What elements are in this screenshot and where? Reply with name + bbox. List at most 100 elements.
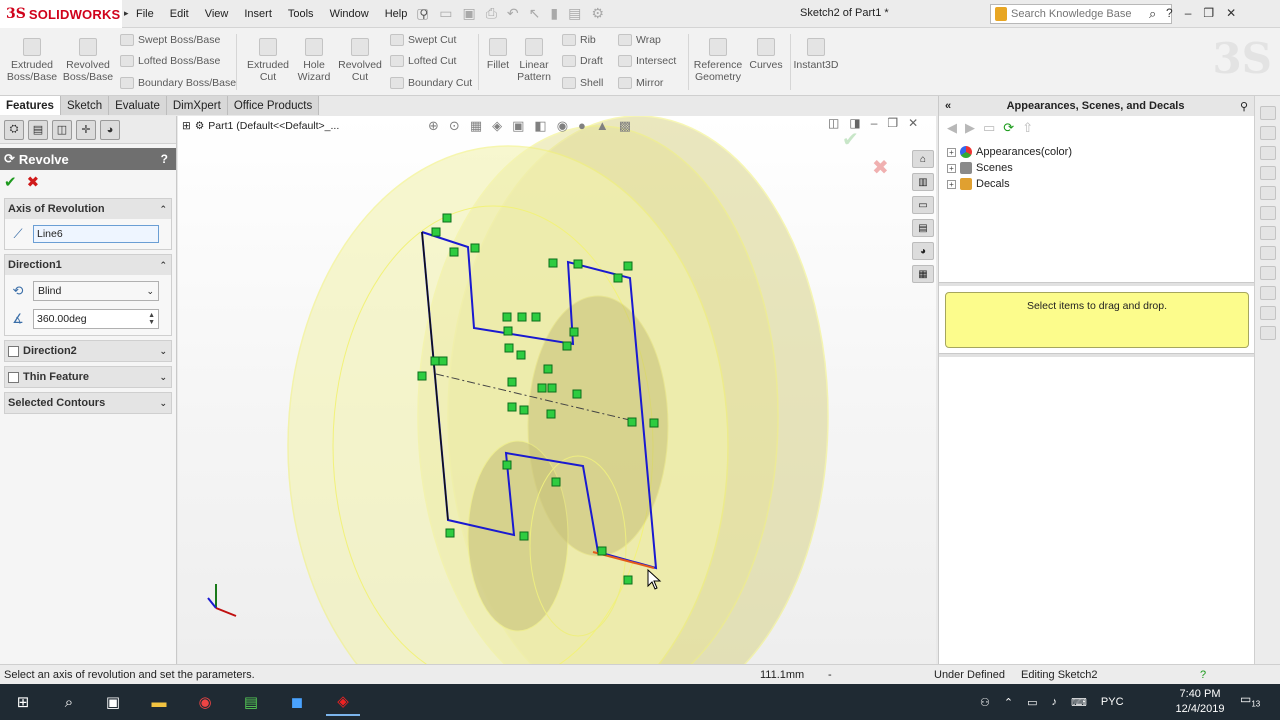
direction2-header[interactable]: Direction2 ⌄ — [5, 341, 171, 361]
section-view-icon[interactable]: ◈ — [492, 118, 502, 134]
knowledge-base-search[interactable]: ⌕ — [990, 4, 1172, 24]
undo-icon[interactable]: ↶ — [507, 5, 519, 22]
thin-feature-header[interactable]: Thin Feature ⌄ — [5, 367, 171, 387]
menu-edit[interactable]: Edit — [162, 8, 197, 20]
mirror-button[interactable]: Mirror — [618, 77, 663, 89]
pane-splitter[interactable] — [939, 353, 1255, 357]
selected-contours-header[interactable]: Selected Contours ⌄ — [5, 393, 171, 413]
collapse-pane-icon[interactable]: « — [945, 100, 951, 112]
add-folder-icon[interactable]: ▭ — [983, 120, 995, 136]
linear-pattern-button[interactable]: Linear Pattern — [510, 38, 558, 83]
solidworks-taskbar-icon[interactable]: ◈ — [326, 688, 360, 716]
toolbar-button-icon[interactable] — [1259, 226, 1276, 240]
spinner-arrows-icon[interactable]: ▲ ▼ — [148, 312, 155, 326]
options-icon[interactable]: ⚙ — [591, 5, 604, 22]
volume-icon[interactable]: ♪ — [1052, 696, 1058, 708]
menu-file[interactable]: File — [128, 8, 162, 20]
expand-icon[interactable]: ⊞ — [182, 120, 191, 132]
toolbar-button-icon[interactable] — [1259, 126, 1276, 140]
menu-window[interactable]: Window — [322, 8, 377, 20]
confirm-ok-icon[interactable]: ✔ — [842, 127, 859, 151]
toolbar-button-icon[interactable] — [1259, 166, 1276, 180]
expand-icon[interactable]: + — [947, 179, 956, 189]
rib-button[interactable]: Rib — [562, 34, 596, 46]
split-icon[interactable]: ◫ — [828, 116, 839, 130]
shell-button[interactable]: Shell — [562, 77, 603, 89]
expand-icon[interactable]: + — [947, 147, 956, 157]
restore-icon[interactable]: ❐ — [887, 116, 898, 130]
feature-manager-icon[interactable]: ⛭ — [4, 119, 24, 140]
direction2-checkbox[interactable] — [8, 345, 19, 357]
menu-view[interactable]: View — [197, 8, 237, 20]
tab-office-products[interactable]: Office Products — [227, 96, 320, 115]
view-settings-icon[interactable]: ▩ — [619, 118, 631, 134]
revolved-cut-button[interactable]: Revolved Cut — [332, 38, 388, 83]
close-icon[interactable]: ✕ — [1226, 6, 1236, 20]
select-icon[interactable]: ↖ — [529, 5, 541, 22]
menu-insert[interactable]: Insert — [236, 8, 280, 20]
search-input[interactable] — [1011, 8, 1145, 20]
tab-sketch[interactable]: Sketch — [60, 96, 110, 115]
tree-item-appearances[interactable]: + Appearances(color) — [947, 146, 1246, 158]
direction1-header[interactable]: Direction1 ⌃ — [5, 255, 171, 275]
collapse-chevron-icon[interactable]: ⌃ — [159, 260, 167, 271]
edit-appearance-icon[interactable]: ● — [578, 118, 586, 134]
file-properties-icon[interactable]: ▤ — [568, 5, 581, 22]
open-icon[interactable]: ▭ — [439, 5, 452, 22]
expand-icon[interactable]: + — [947, 163, 956, 173]
property-manager-icon[interactable]: ▤ — [28, 119, 48, 140]
back-icon[interactable]: ◀ — [947, 120, 957, 136]
toolbar-button-icon[interactable] — [1259, 206, 1276, 220]
home-icon[interactable]: ⌂ — [912, 150, 934, 168]
toolbar-button-icon[interactable] — [1259, 246, 1276, 260]
notifications-icon[interactable]: ▭13 — [1240, 692, 1260, 708]
refresh-icon[interactable]: ⟳ — [1003, 120, 1014, 136]
pane-splitter[interactable] — [939, 282, 1255, 286]
view-palette-icon[interactable]: ▤ — [912, 219, 934, 237]
help-status-icon[interactable]: ? — [1200, 669, 1206, 681]
draft-button[interactable]: Draft — [562, 55, 603, 67]
tree-item-decals[interactable]: + Decals — [947, 178, 1246, 190]
network-icon[interactable]: ▭ — [1027, 696, 1037, 709]
notepad-icon[interactable]: ▤ — [234, 688, 268, 716]
show-hidden-icons-icon[interactable]: ⌃ — [1004, 696, 1013, 709]
view-orientation-icon[interactable]: ▣ — [512, 118, 524, 134]
tab-dimxpert[interactable]: DimXpert — [166, 96, 228, 115]
file-explorer-icon[interactable]: ▬ — [142, 688, 176, 716]
file-explorer-icon[interactable]: ▭ — [912, 196, 934, 214]
collapse-chevron-icon[interactable]: ⌃ — [159, 204, 167, 215]
hide-show-icon[interactable]: ◉ — [557, 118, 568, 134]
extruded-boss-button[interactable]: Extruded Boss/Base — [4, 38, 60, 83]
tab-features[interactable]: Features — [0, 96, 61, 115]
tree-item-scenes[interactable]: + Scenes — [947, 162, 1246, 174]
tab-evaluate[interactable]: Evaluate — [109, 96, 167, 115]
pin-icon[interactable]: ⚲ — [1240, 100, 1248, 113]
print-icon[interactable]: ⎙ — [486, 5, 497, 22]
reverse-direction-icon[interactable]: ⟲ — [9, 282, 27, 300]
graphics-area[interactable]: ✔ ✖ ⊞ ⚙ Part1 (Default<<Default>_... ⊕ ⊙… — [178, 116, 936, 664]
design-library-icon[interactable]: ▥ — [912, 173, 934, 191]
cancel-button[interactable]: ✖ — [27, 173, 40, 191]
minimize-icon[interactable]: – — [1185, 6, 1192, 20]
keyboard-icon[interactable]: ⌨ — [1071, 696, 1087, 709]
rebuild-icon[interactable]: ▮ — [550, 5, 558, 22]
menu-tools[interactable]: Tools — [280, 8, 322, 20]
zoom-to-fit-icon[interactable]: ⊕ — [428, 118, 439, 134]
lofted-cut-button[interactable]: Lofted Cut — [390, 55, 456, 67]
boundary-cut-button[interactable]: Boundary Cut — [390, 77, 472, 89]
toolbar-button-icon[interactable] — [1259, 106, 1276, 120]
help-icon[interactable]: ? — [1166, 6, 1173, 20]
swept-boss-button[interactable]: Swept Boss/Base — [120, 34, 220, 46]
lofted-boss-button[interactable]: Lofted Boss/Base — [120, 55, 220, 67]
zoom-app-icon[interactable]: ◼ — [280, 688, 314, 716]
swept-cut-button[interactable]: Swept Cut — [390, 34, 456, 46]
reference-geometry-button[interactable]: Reference Geometry — [690, 38, 746, 83]
forward-icon[interactable]: ▶ — [965, 120, 975, 136]
expand-chevron-icon[interactable]: ⌄ — [159, 398, 167, 409]
tile-icon[interactable]: ◨ — [849, 116, 860, 130]
toolbar-button-icon[interactable] — [1259, 306, 1276, 320]
revolved-boss-button[interactable]: Revolved Boss/Base — [60, 38, 116, 83]
axis-of-revolution-header[interactable]: Axis of Revolution ⌃ — [5, 199, 171, 219]
save-icon[interactable]: ▣ — [462, 5, 475, 22]
curves-button[interactable]: Curves — [744, 38, 788, 71]
